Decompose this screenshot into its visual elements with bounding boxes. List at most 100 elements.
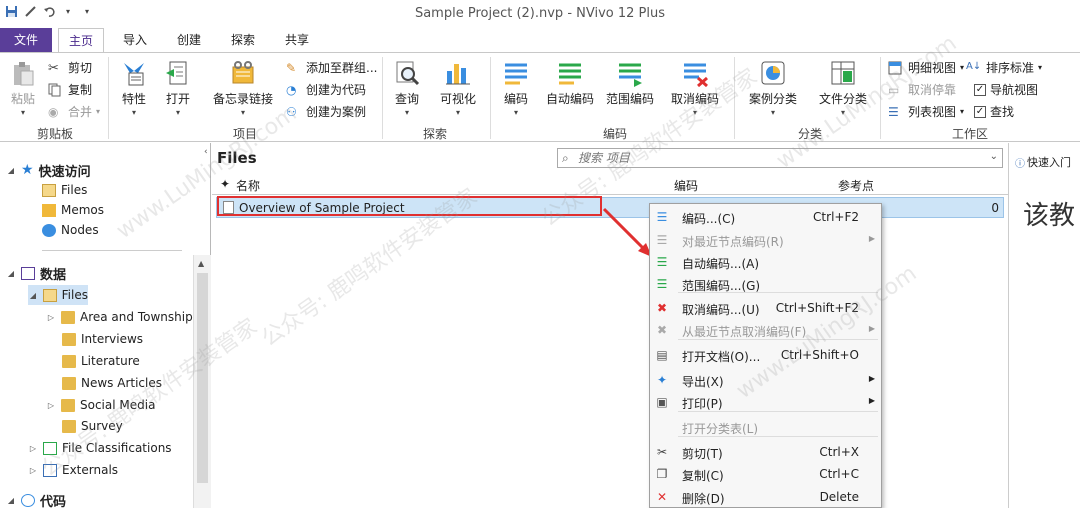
code-icon: ☰: [656, 210, 668, 224]
tab-import[interactable]: 导入: [112, 28, 158, 52]
range-code-button[interactable]: 范围编码: [604, 59, 656, 107]
nav-file-classifications[interactable]: ▷ File Classifications: [28, 438, 172, 458]
nav-label: Social Media: [80, 398, 156, 412]
nav-folder-interviews[interactable]: Interviews: [62, 329, 143, 349]
menu-item[interactable]: ▣ 打印(P) ▶: [650, 391, 881, 413]
tab-explore[interactable]: 探索: [220, 28, 266, 52]
find-checkbox[interactable]: ✓: [974, 105, 986, 118]
copy-button[interactable]: 复制: [48, 81, 92, 98]
nav-scrollbar[interactable]: ▲: [193, 255, 211, 508]
nav-label: Files: [61, 183, 88, 197]
menu-item-shortcut: Ctrl+Shift+O: [780, 348, 859, 362]
add-to-group-button[interactable]: ✎ 添加至群组...: [286, 59, 377, 76]
nav-data[interactable]: ◢ 数据: [6, 263, 66, 283]
auto-code-button[interactable]: 自动编码: [544, 59, 596, 107]
create-case-icon: ⚇: [286, 104, 297, 119]
menu-item[interactable]: ✕ 删除(D) Delete: [650, 486, 881, 508]
merge-button[interactable]: ◉ 合并 ▾: [48, 103, 100, 120]
group-separator: [880, 57, 881, 139]
tab-home[interactable]: 主页: [58, 28, 104, 53]
auto-code-icon: [559, 63, 581, 85]
menu-item[interactable]: ▤ 打开文档(O)... Ctrl+Shift+O: [650, 344, 881, 366]
nav-externals[interactable]: ▷ Externals: [28, 460, 118, 480]
menu-item: 打开分类表(L): [650, 416, 881, 438]
search-input[interactable]: [578, 150, 978, 166]
menu-item[interactable]: ✦ 导出(X) ▶: [650, 369, 881, 391]
menu-item-shortcut: Ctrl+C: [819, 467, 859, 481]
properties-button[interactable]: 特性 ▾: [116, 59, 152, 117]
chevron-down-icon[interactable]: ⌄: [990, 151, 998, 162]
tab-create[interactable]: 创建: [166, 28, 212, 52]
auto-code-label: 自动编码: [545, 92, 594, 106]
visualize-button[interactable]: 可视化 ▾: [436, 59, 480, 117]
nav-divider: [42, 250, 182, 251]
menu-item[interactable]: ☰ 自动编码...(A): [650, 251, 881, 273]
col-name[interactable]: 名称: [236, 177, 260, 194]
nav-quick-files[interactable]: Files: [42, 180, 87, 200]
nav-files[interactable]: ◢ Files: [28, 285, 88, 305]
sort-icon: A↓: [966, 60, 982, 72]
nav-view-checkbox[interactable]: ✓: [974, 83, 986, 96]
quick-start-icon: ⓘ: [1015, 158, 1025, 170]
menu-item-label: 复制(C): [682, 469, 724, 483]
undock-button[interactable]: ▭ 取消停靠: [888, 81, 956, 98]
menu-item[interactable]: ❐ 复制(C) Ctrl+C: [650, 463, 881, 485]
nav-folder-survey[interactable]: Survey: [62, 416, 123, 436]
file-classify-button[interactable]: 文件分类 ▾: [814, 59, 872, 117]
open-doc-icon: ▤: [656, 348, 668, 362]
code-icon: [505, 63, 527, 85]
paste-button[interactable]: 粘贴 ▾: [8, 59, 38, 117]
nav-quick-memos[interactable]: Memos: [42, 200, 104, 220]
create-as-case-button[interactable]: ⚇ 创建为案例: [286, 103, 366, 120]
create-as-code-button[interactable]: ◔ 创建为代码: [286, 81, 366, 98]
recent-uncode-icon: ✖: [656, 323, 668, 337]
nav-quick-nodes[interactable]: Nodes: [42, 220, 99, 240]
item-group-label: 项目: [232, 127, 257, 141]
menu-item[interactable]: ✖ 取消编码...(U) Ctrl+Shift+F2: [650, 297, 881, 319]
detail-view-button[interactable]: 明细视图 ▾: [888, 59, 964, 76]
menu-item[interactable]: ☰ 编码...(C) Ctrl+F2: [650, 206, 881, 228]
open-button[interactable]: 打开 ▾: [160, 59, 196, 117]
tab-file[interactable]: 文件: [0, 28, 52, 52]
cut-button[interactable]: ✂ 剪切: [48, 59, 92, 76]
collapse-pane-icon[interactable]: ‹: [204, 147, 208, 157]
collapse-icon[interactable]: ◢: [6, 166, 16, 175]
tab-share[interactable]: 共享: [274, 28, 320, 52]
nav-folder-news[interactable]: News Articles: [62, 373, 162, 393]
memo-link-icon: [232, 61, 254, 84]
nav-codes[interactable]: ◢ 代码: [6, 490, 66, 508]
code-button[interactable]: 编码 ▾: [498, 59, 534, 117]
scroll-up-icon[interactable]: ▲: [198, 259, 204, 268]
nav-label: Area and Township: [80, 310, 193, 324]
collapse-icon[interactable]: ◢: [28, 291, 38, 300]
sort-button[interactable]: A↓ 排序标准 ▾: [966, 59, 1042, 76]
collapse-icon[interactable]: ◢: [6, 269, 16, 278]
externals-icon: [43, 463, 57, 477]
nav-folder-literature[interactable]: Literature: [62, 351, 140, 371]
list-view-button[interactable]: ☰ 列表视图 ▾: [888, 103, 964, 120]
export-icon: ✦: [656, 373, 668, 387]
collapse-icon[interactable]: ◢: [6, 496, 16, 505]
find-toggle[interactable]: ✓ 查找: [974, 103, 1014, 120]
nav-folder-social[interactable]: ▷ Social Media: [46, 395, 156, 415]
auto-code-icon: ☰: [656, 255, 668, 269]
search-box[interactable]: ⌕ ⌄: [557, 148, 1003, 168]
menu-item: ✖ 从最近节点取消编码(F) ▶: [650, 319, 881, 341]
nav-view-toggle[interactable]: ✓ 导航视图: [974, 81, 1038, 98]
nav-folder-area[interactable]: ▷ Area and Township: [46, 307, 193, 327]
menu-item-label: 对最近节点编码(R): [682, 235, 784, 249]
col-codes[interactable]: 编码: [674, 177, 698, 194]
copy-icon: [48, 83, 64, 97]
quick-start-tab[interactable]: ⓘ 快速入门: [1015, 154, 1071, 170]
nav-quick-access[interactable]: ◢ ★ 快速访问: [6, 160, 91, 180]
col-refs[interactable]: 参考点: [838, 177, 874, 194]
nav-label: Nodes: [61, 223, 99, 237]
scroll-thumb[interactable]: [197, 273, 208, 483]
uncode-button[interactable]: 取消编码 ▾: [668, 59, 722, 117]
menu-item[interactable]: ✂ 剪切(T) Ctrl+X: [650, 441, 881, 463]
query-button[interactable]: 查询 ▾: [390, 59, 424, 117]
memo-link-button[interactable]: 备忘录链接 ▾: [210, 59, 276, 117]
case-classify-button[interactable]: 案例分类 ▾: [744, 59, 802, 117]
pin-icon: ✦: [220, 177, 231, 191]
copy-label: 复制: [68, 83, 93, 97]
